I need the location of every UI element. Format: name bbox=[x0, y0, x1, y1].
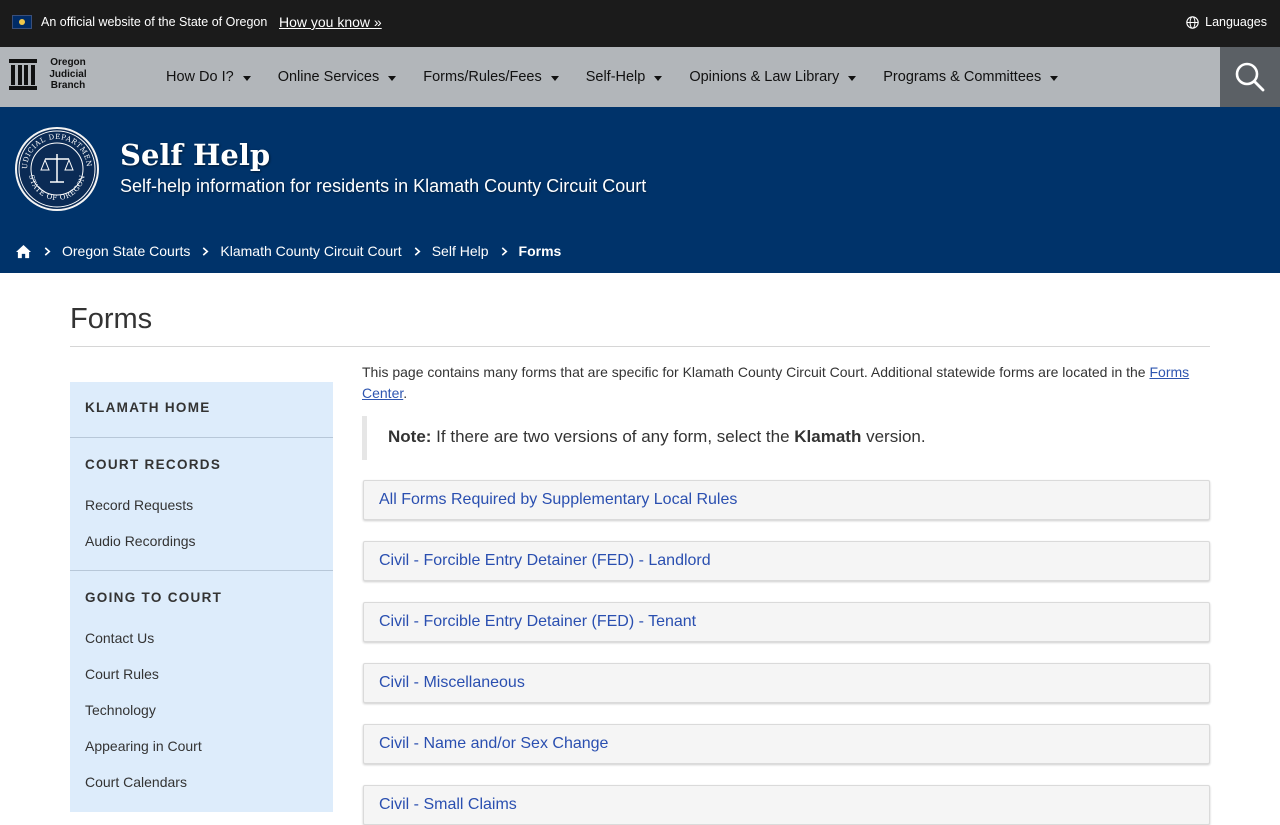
home-icon[interactable] bbox=[15, 244, 32, 259]
caret-down-icon bbox=[242, 75, 251, 81]
nav-item-self-help[interactable]: Self-Help bbox=[586, 69, 663, 85]
brand-line: Judicial bbox=[49, 68, 87, 80]
sidebar-item-court-calendars[interactable]: Court Calendars bbox=[70, 764, 333, 800]
accordion-supplementary-local-rules[interactable]: All Forms Required by Supplementary Loca… bbox=[363, 480, 1210, 520]
chevron-right-icon bbox=[501, 246, 508, 256]
globe-icon bbox=[1186, 15, 1199, 29]
breadcrumb-klamath-county[interactable]: Klamath County Circuit Court bbox=[220, 243, 401, 259]
note-end: version. bbox=[861, 427, 926, 446]
caret-down-icon bbox=[654, 75, 663, 81]
intro-end: . bbox=[403, 385, 408, 401]
nav-menu: How Do I? Online Services Forms/Rules/Fe… bbox=[166, 47, 1085, 107]
accordion-fed-landlord[interactable]: Civil - Forcible Entry Detainer (FED) - … bbox=[363, 541, 1210, 581]
hero-title: Self Help bbox=[120, 138, 271, 172]
accordion-small-claims[interactable]: Civil - Small Claims bbox=[363, 785, 1210, 825]
sidebar-item-record-requests[interactable]: Record Requests bbox=[70, 487, 333, 523]
nav-item-opinions-law-library[interactable]: Opinions & Law Library bbox=[689, 69, 857, 85]
breadcrumb-oregon-state-courts[interactable]: Oregon State Courts bbox=[62, 243, 190, 259]
nav-item-how-do-i[interactable]: How Do I? bbox=[166, 69, 251, 85]
how-you-know-link[interactable]: How you know » bbox=[279, 14, 382, 30]
search-icon bbox=[1235, 62, 1265, 92]
nav-item-programs-committees[interactable]: Programs & Committees bbox=[883, 69, 1059, 85]
nav-item-label: Self-Help bbox=[585, 69, 646, 85]
accordion-fed-tenant[interactable]: Civil - Forcible Entry Detainer (FED) - … bbox=[363, 602, 1210, 642]
note-text: If there are two versions of any form, s… bbox=[431, 427, 795, 446]
official-banner: An official website of the State of Oreg… bbox=[0, 0, 1280, 47]
intro-paragraph: This page contains many forms that are s… bbox=[362, 362, 1212, 404]
hero-subtitle: Self-help information for residents in K… bbox=[120, 176, 647, 196]
sidebar-nav: Klamath Home Court Records Record Reques… bbox=[70, 382, 333, 812]
sidebar-section-court-records: Court Records Record Requests Audio Reco… bbox=[70, 438, 333, 571]
breadcrumb: Oregon State Courts Klamath County Circu… bbox=[15, 243, 561, 259]
nav-item-online-services[interactable]: Online Services bbox=[278, 69, 397, 85]
sidebar-item-court-rules[interactable]: Court Rules bbox=[70, 656, 333, 692]
official-banner-text: An official website of the State of Oreg… bbox=[41, 15, 268, 29]
sidebar-item-appearing-in-court[interactable]: Appearing in Court bbox=[70, 728, 333, 764]
title-divider bbox=[70, 346, 1210, 347]
brand-text: Oregon Judicial Branch bbox=[44, 57, 92, 92]
nav-item-label: Opinions & Law Library bbox=[689, 69, 840, 85]
note-callout: Note: If there are two versions of any f… bbox=[362, 416, 1210, 460]
caret-down-icon bbox=[550, 75, 559, 81]
note-label: Note: bbox=[388, 427, 432, 446]
sidebar-heading-klamath-home[interactable]: Klamath Home bbox=[70, 382, 333, 434]
sidebar-heading-going-to-court[interactable]: Going to Court bbox=[70, 571, 333, 620]
intro-text: This page contains many forms that are s… bbox=[362, 364, 1150, 380]
courthouse-icon bbox=[9, 59, 37, 91]
chevron-right-icon bbox=[203, 246, 209, 256]
nav-item-label: Programs & Committees bbox=[883, 69, 1042, 85]
nav-item-label: Forms/Rules/Fees bbox=[423, 69, 542, 85]
sidebar-item-technology[interactable]: Technology bbox=[70, 692, 333, 728]
nav-item-forms-rules-fees[interactable]: Forms/Rules/Fees bbox=[423, 69, 559, 85]
caret-down-icon bbox=[1050, 75, 1059, 81]
main-navigation: Oregon Judicial Branch How Do I? Online … bbox=[0, 47, 1280, 107]
brand-line: Oregon bbox=[50, 57, 86, 68]
judicial-seal-icon: JUDICIAL DEPARTMENT STATE OF OREGON bbox=[14, 126, 99, 211]
nav-item-label: Online Services bbox=[277, 69, 380, 85]
oregon-flag-icon bbox=[12, 15, 32, 29]
sidebar-heading-court-records[interactable]: Court Records bbox=[70, 438, 333, 487]
chevron-right-icon bbox=[44, 246, 51, 256]
caret-down-icon bbox=[388, 75, 397, 81]
sidebar-item-contact-us[interactable]: Contact Us bbox=[70, 620, 333, 656]
languages-button[interactable]: Languages bbox=[1186, 15, 1267, 29]
page-hero: JUDICIAL DEPARTMENT STATE OF OREGON Self… bbox=[0, 107, 1280, 273]
ojb-logo[interactable]: Oregon Judicial Branch bbox=[8, 57, 92, 92]
breadcrumb-current: Forms bbox=[518, 243, 562, 259]
sidebar-section-home: Klamath Home bbox=[70, 382, 333, 438]
chevron-right-icon bbox=[414, 246, 421, 256]
languages-label: Languages bbox=[1205, 15, 1267, 29]
caret-down-icon bbox=[848, 75, 857, 81]
breadcrumb-self-help[interactable]: Self Help bbox=[432, 243, 489, 259]
sidebar-section-going-to-court: Going to Court Contact Us Court Rules Te… bbox=[70, 571, 333, 800]
brand-line: Branch bbox=[50, 80, 86, 91]
accordion-name-sex-change[interactable]: Civil - Name and/or Sex Change bbox=[363, 724, 1210, 764]
nav-item-label: How Do I? bbox=[166, 69, 234, 85]
page-title: Forms bbox=[70, 303, 153, 335]
note-bold: Klamath bbox=[794, 427, 862, 446]
accordion-civil-miscellaneous[interactable]: Civil - Miscellaneous bbox=[363, 663, 1210, 703]
search-button[interactable] bbox=[1220, 47, 1280, 107]
sidebar-item-audio-recordings[interactable]: Audio Recordings bbox=[70, 523, 333, 559]
